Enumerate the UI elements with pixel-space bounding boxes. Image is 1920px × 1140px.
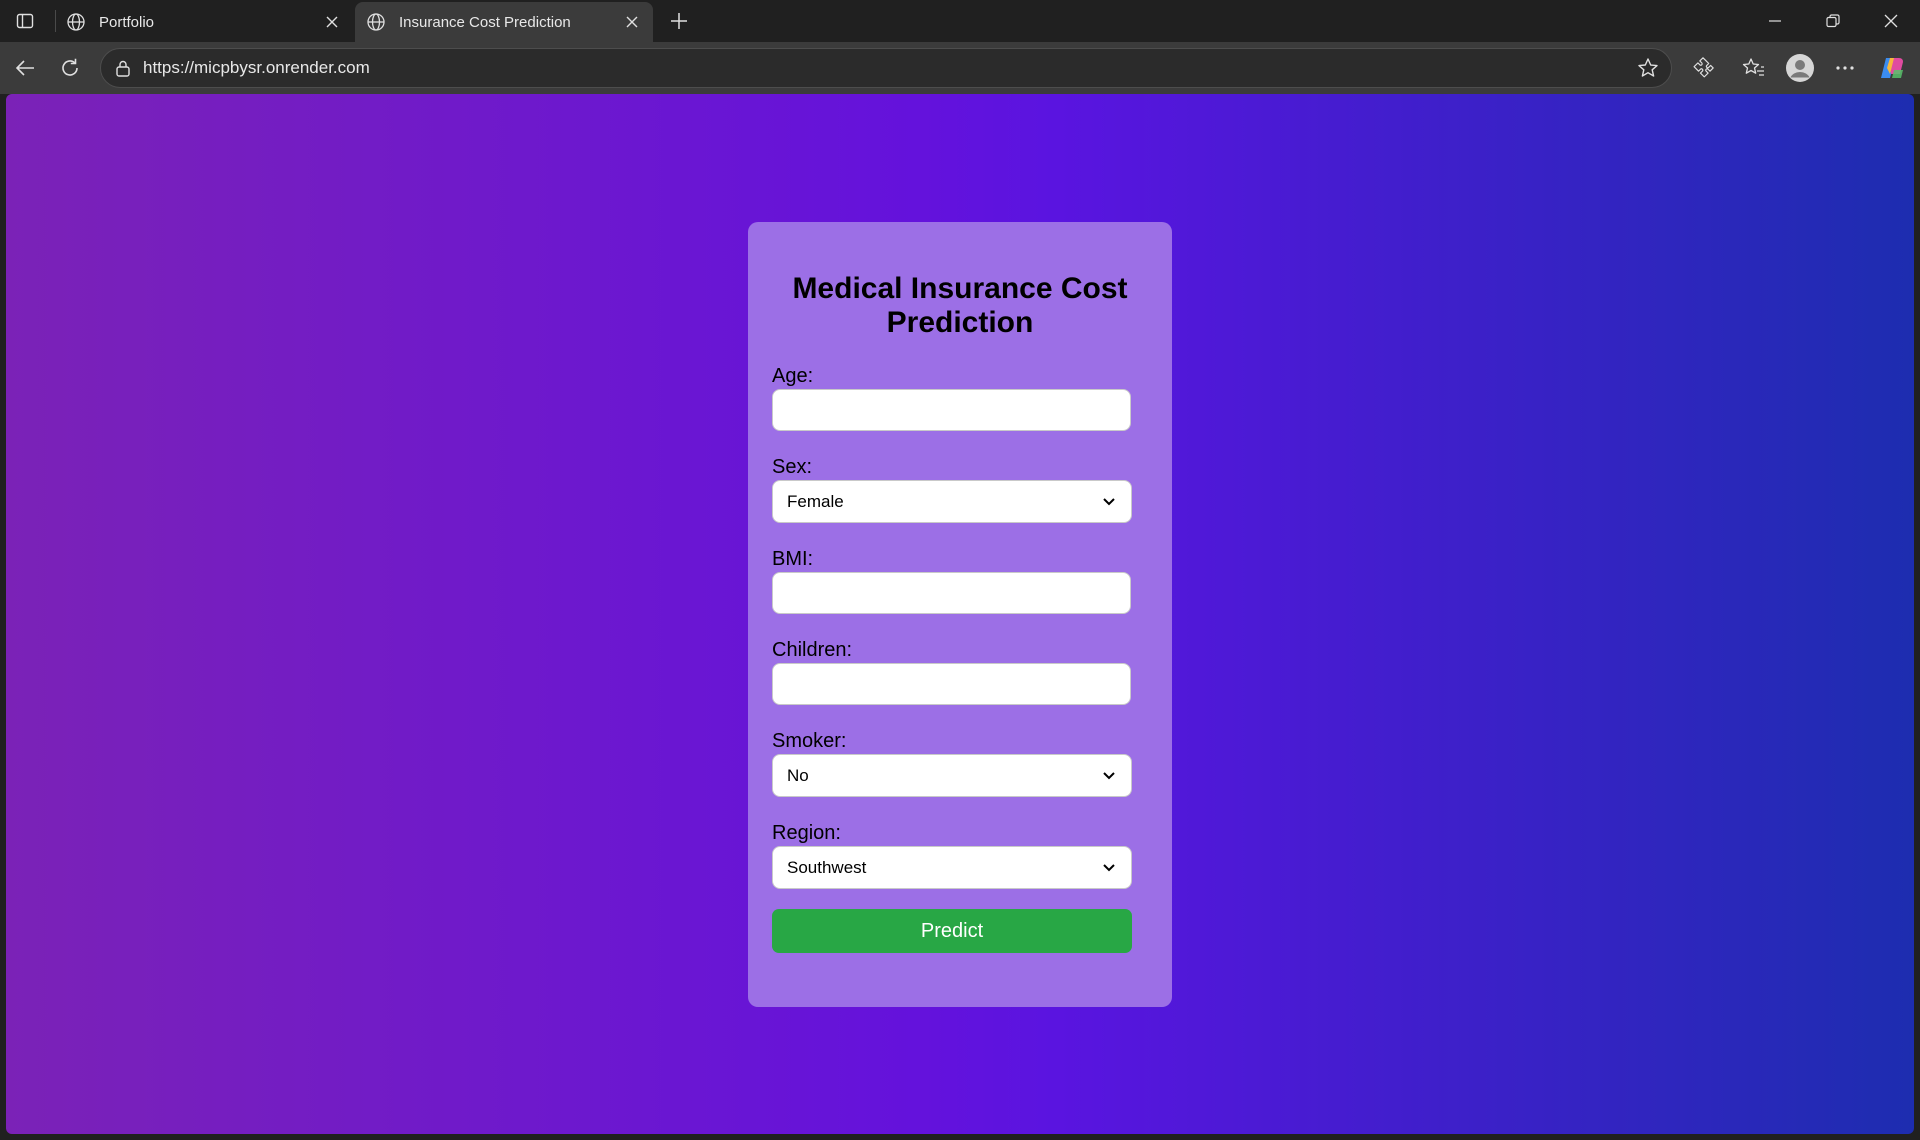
bmi-input[interactable] (772, 572, 1131, 614)
region-label: Region: (772, 822, 841, 844)
chevron-down-icon (1101, 768, 1117, 784)
bmi-field: BMI: (772, 547, 1148, 614)
sex-field: Sex: Female (772, 455, 1148, 523)
bmi-label: BMI: (772, 548, 814, 570)
profile-icon[interactable] (1783, 52, 1817, 84)
minimize-icon[interactable] (1746, 0, 1804, 42)
sex-select[interactable]: Female (772, 480, 1132, 523)
smoker-selected-value: No (787, 765, 809, 785)
page-viewport: Medical Insurance Cost Prediction Age: S… (6, 94, 1914, 1134)
restore-icon[interactable] (1804, 0, 1862, 42)
region-selected-value: Southwest (787, 857, 867, 877)
region-select[interactable]: Southwest (772, 846, 1132, 889)
globe-icon (65, 11, 87, 33)
children-field: Children: (772, 638, 1148, 705)
globe-icon (365, 11, 387, 33)
age-input[interactable] (772, 389, 1131, 431)
tab-portfolio[interactable]: Portfolio (55, 2, 353, 42)
smoker-field: Smoker: No (772, 729, 1148, 797)
age-field: Age: (772, 364, 1148, 431)
children-label: Children: (772, 639, 853, 661)
chevron-down-icon (1101, 494, 1117, 510)
back-arrow-icon[interactable] (8, 52, 42, 84)
close-icon[interactable] (621, 11, 643, 33)
url-text[interactable]: https://micpbysr.onrender.com (143, 58, 1631, 78)
children-input[interactable] (772, 663, 1131, 705)
close-window-icon[interactable] (1862, 0, 1920, 42)
tab-label: Insurance Cost Prediction (399, 13, 571, 31)
sidebar-toggle-icon[interactable] (10, 8, 40, 34)
address-bar[interactable]: https://micpbysr.onrender.com (100, 48, 1672, 88)
lock-icon[interactable] (113, 58, 133, 78)
smoker-select[interactable]: No (772, 754, 1132, 797)
tab-insurance-cost-prediction[interactable]: Insurance Cost Prediction (355, 2, 653, 42)
region-field: Region: Southwest (772, 821, 1148, 889)
prediction-form-card: Medical Insurance Cost Prediction Age: S… (748, 222, 1172, 1007)
plus-icon[interactable] (664, 8, 694, 34)
sex-label: Sex: (772, 456, 813, 478)
refresh-icon[interactable] (53, 52, 87, 84)
star-icon[interactable] (1631, 53, 1665, 83)
copilot-icon[interactable] (1875, 52, 1909, 84)
smoker-label: Smoker: (772, 730, 847, 752)
predict-button[interactable]: Predict (772, 909, 1132, 953)
sex-selected-value: Female (787, 491, 844, 511)
close-icon[interactable] (321, 11, 343, 33)
extensions-icon[interactable] (1686, 52, 1720, 84)
favorites-icon[interactable] (1737, 52, 1771, 84)
chevron-down-icon (1101, 860, 1117, 876)
browser-toolbar: https://micpbysr.onrender.com (0, 42, 1920, 94)
age-label: Age: (772, 365, 814, 387)
page-title: Medical Insurance Cost Prediction (792, 272, 1128, 339)
more-icon[interactable] (1828, 52, 1862, 84)
tab-bar: Portfolio Insurance Cost Prediction (0, 0, 1920, 42)
tab-label: Portfolio (99, 13, 155, 31)
